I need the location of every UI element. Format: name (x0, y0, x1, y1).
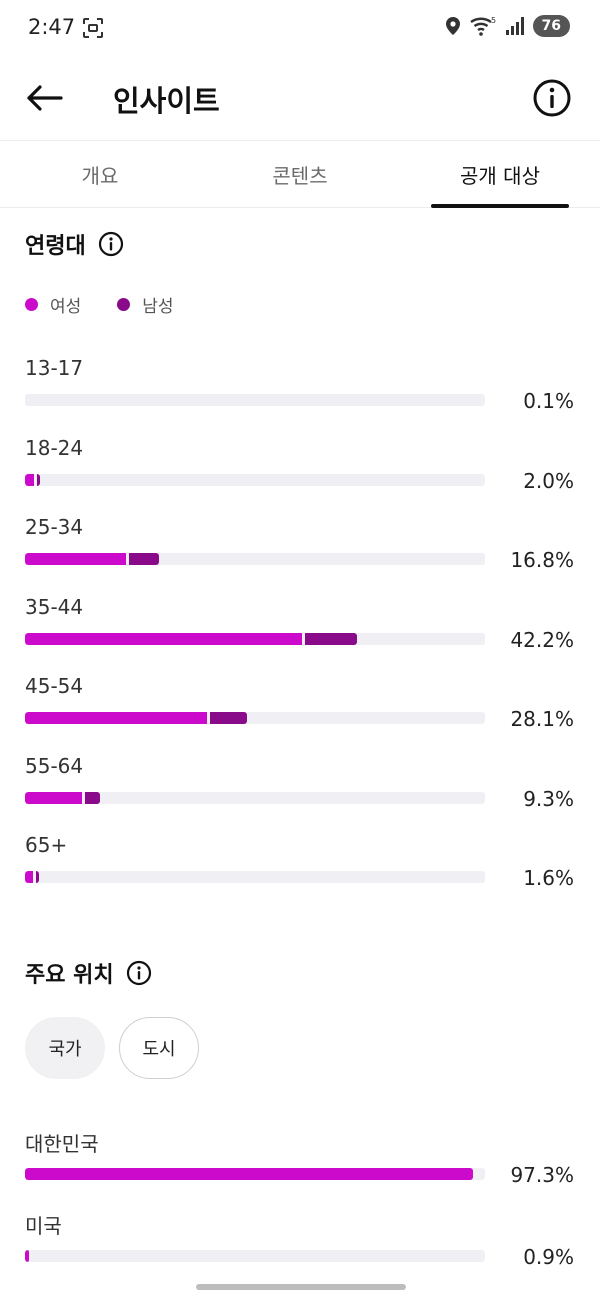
male-bar-segment (129, 553, 159, 565)
male-bar-segment (304, 632, 357, 645)
info-icon[interactable] (98, 231, 124, 257)
legend-female-dot (25, 298, 38, 311)
tab-bar: 개요 콘텐츠 공개 대상 (0, 140, 600, 208)
age-row: 45-54 28.1% (0, 670, 600, 750)
age-percent: 1.6% (523, 866, 574, 890)
age-percent: 0.1% (523, 389, 574, 413)
age-percent: 9.3% (523, 786, 574, 811)
app-header: 인사이트 (0, 56, 600, 140)
tab-overview[interactable]: 개요 (0, 141, 200, 207)
location-list: 대한민국 97.3% 미국 0.9% (0, 1124, 600, 1288)
age-label: 25-34 (25, 515, 84, 539)
svg-text:5: 5 (491, 16, 496, 25)
age-percent: 2.0% (523, 468, 574, 493)
location-bar (25, 1168, 473, 1180)
age-row: 25-34 16.8% (0, 511, 600, 591)
age-percent: 28.1% (510, 707, 574, 731)
location-bar-track (25, 1168, 485, 1180)
legend-female: 여성 (25, 292, 81, 317)
age-percent: 16.8% (510, 548, 574, 572)
age-row: 18-24 2.0% (0, 432, 600, 512)
age-label: 13-17 (25, 356, 84, 380)
location-bar-track (25, 1250, 485, 1262)
info-button[interactable] (532, 78, 572, 118)
age-row: 35-44 42.2% (0, 591, 600, 671)
location-section-title: 주요 위치 (25, 957, 152, 989)
age-row: 65+ 1.6% (0, 829, 600, 909)
battery-indicator: 76 (532, 15, 570, 37)
location-icon (445, 17, 460, 35)
screenshot-icon (83, 18, 103, 38)
age-bar-track (25, 394, 485, 406)
location-label: 대한민국 (25, 1132, 99, 1156)
location-label: 미국 (25, 1214, 62, 1238)
location-percent: 97.3% (510, 1163, 574, 1187)
location-percent: 0.9% (523, 1245, 574, 1269)
legend-female-label: 여성 (50, 297, 82, 317)
female-bar-segment (25, 553, 127, 565)
status-time: 2:47 (28, 15, 76, 39)
chart-legend: 여성 남성 (25, 292, 174, 317)
tab-content[interactable]: 콘텐츠 (200, 141, 400, 207)
age-bar-track (25, 871, 485, 883)
age-bar-track (25, 473, 485, 486)
age-label: 45-54 (25, 674, 84, 698)
age-section-title: 연령대 (25, 228, 124, 260)
age-label: 18-24 (25, 435, 84, 460)
female-bar-segment (25, 791, 82, 804)
female-bar-segment (25, 473, 35, 486)
age-percent: 42.2% (510, 627, 574, 652)
age-label: 65+ (25, 833, 68, 857)
location-bar (25, 1250, 30, 1262)
female-bar-segment (25, 632, 302, 645)
back-button[interactable] (20, 76, 68, 120)
female-bar-segment (25, 712, 208, 724)
legend-male-label: 남성 (142, 297, 174, 317)
arrow-left-icon (27, 85, 63, 111)
location-section-label: 주요 위치 (25, 963, 114, 988)
female-bar-segment (25, 871, 33, 883)
age-bar-track (25, 791, 485, 804)
wifi-icon: 5 (469, 16, 496, 36)
legend-male: 남성 (117, 292, 174, 317)
page-title: 인사이트 (113, 84, 220, 118)
male-bar-segment (210, 712, 248, 724)
male-bar-segment (37, 473, 41, 486)
location-row: 대한민국 97.3% (0, 1124, 600, 1206)
age-distribution-list: 13-17 0.1% 18-24 2.0% 25-34 16.8% 35-44 42.2% 45… (0, 352, 600, 909)
status-bar: 2:47 5 76 (0, 0, 600, 56)
location-row: 미국 0.9% (0, 1206, 600, 1288)
male-bar-segment (35, 871, 39, 883)
location-filter-chips: 국가 도시 (25, 1017, 199, 1079)
legend-male-dot (117, 298, 131, 311)
age-bar-track (25, 553, 485, 565)
chip-city[interactable]: 도시 (119, 1017, 199, 1079)
age-row: 55-64 9.3% (0, 750, 600, 830)
age-row: 13-17 0.1% (0, 352, 600, 432)
signal-icon (505, 17, 524, 35)
age-bar-track (25, 712, 485, 724)
chip-country[interactable]: 국가 (25, 1017, 105, 1079)
tab-audience[interactable]: 공개 대상 (400, 141, 600, 208)
age-label: 55-64 (25, 753, 84, 778)
info-icon[interactable] (126, 960, 152, 986)
age-label: 35-44 (25, 594, 84, 619)
home-indicator[interactable] (196, 1284, 406, 1290)
male-bar-segment (84, 791, 101, 804)
age-section-label: 연령대 (25, 234, 86, 259)
age-bar-track (25, 632, 485, 645)
